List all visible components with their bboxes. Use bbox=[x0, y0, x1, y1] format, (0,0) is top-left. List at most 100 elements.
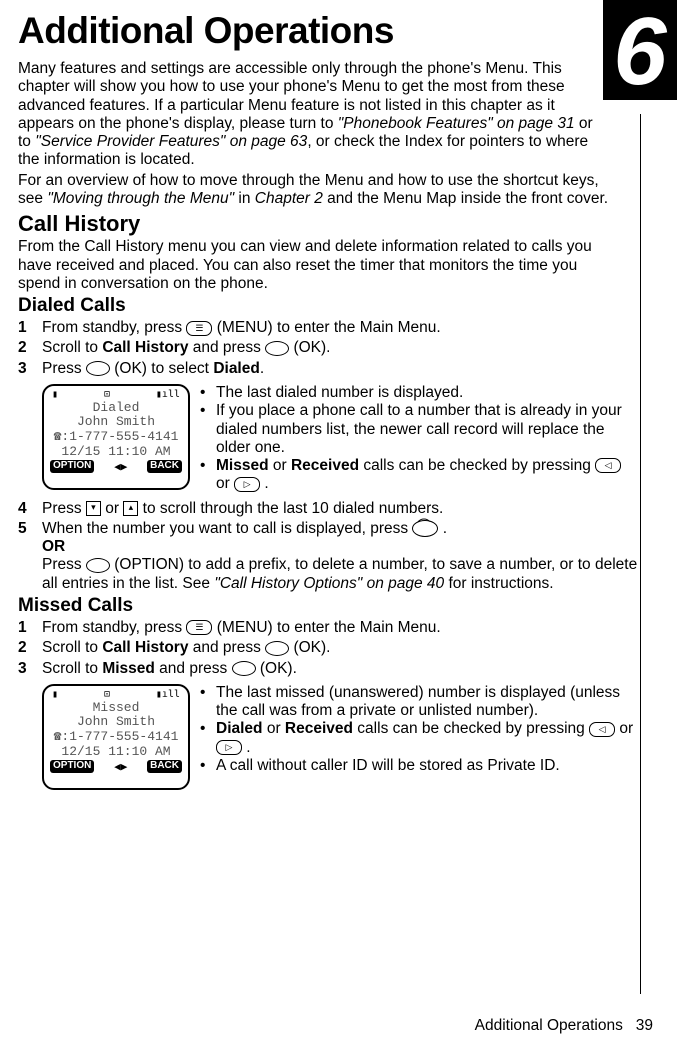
crossref: "Service Provider Features" on page 63 bbox=[35, 133, 307, 150]
nav-arrows-icon: ◀▶ bbox=[114, 460, 127, 473]
text: Scroll to bbox=[42, 639, 102, 656]
bold-text: Dialed bbox=[216, 720, 263, 737]
text: or bbox=[263, 720, 285, 737]
bullet-mark: • bbox=[200, 757, 216, 775]
ok-key-icon bbox=[232, 661, 256, 676]
bullet-mark: • bbox=[200, 684, 216, 721]
missed-bullets: • The last missed (unanswered) number is… bbox=[200, 684, 638, 775]
text: or bbox=[216, 475, 234, 492]
bullet-text: The last missed (unanswered) number is d… bbox=[216, 684, 638, 721]
bold-text: Call History bbox=[102, 339, 188, 356]
softkey-left: OPTION bbox=[50, 460, 94, 473]
text: (OK) to select bbox=[110, 360, 213, 377]
subsection-heading-dialed: Dialed Calls bbox=[18, 295, 638, 317]
softkey-bar: OPTION ◀▶ BACK bbox=[46, 460, 186, 473]
text: for instructions. bbox=[444, 575, 553, 592]
text: to scroll through the last 10 dialed num… bbox=[138, 500, 443, 517]
or-text: OR bbox=[42, 538, 65, 555]
text: and press bbox=[188, 339, 265, 356]
right-key-icon: ▷ bbox=[216, 740, 242, 755]
bullet: • Missed or Received calls can be checke… bbox=[200, 457, 638, 494]
bold-text: Dialed bbox=[213, 360, 260, 377]
missed-screen-block: ▮ ⊡ ▮ıll Missed John Smith ☎:1-777-555-4… bbox=[42, 684, 638, 790]
step-number: 5 bbox=[18, 520, 42, 593]
step: 5 When the number you want to call is di… bbox=[18, 520, 638, 593]
bullet-text: The last dialed number is displayed. bbox=[216, 384, 638, 402]
footer-label: Additional Operations bbox=[475, 1017, 623, 1034]
text: (OK). bbox=[289, 639, 330, 656]
bullet: • The last dialed number is displayed. bbox=[200, 384, 638, 402]
phone-display: ▮ ⊡ ▮ıll Dialed John Smith ☎:1-777-555-4… bbox=[42, 384, 190, 490]
crossref: "Phonebook Features" on page 31 bbox=[338, 115, 575, 132]
menu-key-icon: ☰ bbox=[186, 321, 212, 336]
text: calls can be checked by pressing bbox=[353, 720, 589, 737]
step-number: 3 bbox=[18, 360, 42, 378]
step: 3 Scroll to Missed and press (OK). bbox=[18, 660, 638, 678]
step-text: From standby, press ☰ (MENU) to enter th… bbox=[42, 319, 638, 337]
left-key-icon: ◁ bbox=[595, 458, 621, 473]
text: or bbox=[615, 720, 633, 737]
step-number: 1 bbox=[18, 619, 42, 637]
step-number: 2 bbox=[18, 339, 42, 357]
step: 2 Scroll to Call History and press (OK). bbox=[18, 639, 638, 657]
bullet: • A call without caller ID will be store… bbox=[200, 757, 638, 775]
text: . bbox=[260, 475, 269, 492]
softkey-left: OPTION bbox=[50, 760, 94, 773]
text: Scroll to bbox=[42, 660, 102, 677]
text: calls can be checked by pressing bbox=[359, 457, 595, 474]
dialed-screen-block: ▮ ⊡ ▮ıll Dialed John Smith ☎:1-777-555-4… bbox=[42, 384, 638, 494]
text: (MENU) to enter the Main Menu. bbox=[212, 619, 440, 636]
step: 1 From standby, press ☰ (MENU) to enter … bbox=[18, 619, 638, 637]
ok-key-icon bbox=[265, 341, 289, 356]
bullet-mark: • bbox=[200, 720, 216, 757]
down-key-icon: ▾ bbox=[86, 501, 101, 516]
intro-paragraph-2: For an overview of how to move through t… bbox=[18, 172, 618, 209]
step-text: Scroll to Call History and press (OK). bbox=[42, 639, 638, 657]
crossref: Chapter 2 bbox=[255, 190, 323, 207]
step: 1 From standby, press ☰ (MENU) to enter … bbox=[18, 319, 638, 337]
battery-icon: ▮ bbox=[52, 689, 58, 700]
battery-icon: ▮ bbox=[52, 389, 58, 400]
screen-title: Missed bbox=[46, 701, 186, 716]
text: When the number you want to call is disp… bbox=[42, 520, 412, 537]
step-number: 3 bbox=[18, 660, 42, 678]
ok-key-icon bbox=[86, 361, 110, 376]
bullet: • Dialed or Received calls can be checke… bbox=[200, 720, 638, 757]
text: . bbox=[438, 520, 447, 537]
ok-key-icon bbox=[265, 641, 289, 656]
step-text: When the number you want to call is disp… bbox=[42, 520, 638, 593]
screen-name: John Smith bbox=[46, 715, 186, 730]
dialed-steps: 1 From standby, press ☰ (MENU) to enter … bbox=[18, 319, 638, 378]
bold-text: Received bbox=[285, 720, 353, 737]
up-key-icon: ▴ bbox=[123, 501, 138, 516]
call-key-icon bbox=[412, 520, 438, 537]
section-description: From the Call History menu you can view … bbox=[18, 238, 618, 293]
bullet-text: If you place a phone call to a number th… bbox=[216, 402, 638, 457]
screen-datetime: 12/15 11:10 AM bbox=[46, 445, 186, 460]
bullet-mark: • bbox=[200, 457, 216, 494]
bullet-mark: • bbox=[200, 384, 216, 402]
page-content: Additional Operations Many features and … bbox=[0, 0, 676, 790]
section-heading-call-history: Call History bbox=[18, 211, 638, 237]
text: From standby, press bbox=[42, 319, 186, 336]
bullet: • The last missed (unanswered) number is… bbox=[200, 684, 638, 721]
screen-number: ☎:1-777-555-4141 bbox=[46, 430, 186, 445]
bullet-text: Missed or Received calls can be checked … bbox=[216, 457, 638, 494]
bold-text: Call History bbox=[102, 639, 188, 656]
option-key-icon bbox=[86, 558, 110, 573]
bullet-text: A call without caller ID will be stored … bbox=[216, 757, 638, 775]
text: Scroll to bbox=[42, 339, 102, 356]
step-text: Press (OK) to select Dialed. bbox=[42, 360, 638, 378]
step-text: Scroll to Call History and press (OK). bbox=[42, 339, 638, 357]
screen-datetime: 12/15 11:10 AM bbox=[46, 745, 186, 760]
crossref: "Moving through the Menu" bbox=[47, 190, 234, 207]
status-bar: ▮ ⊡ ▮ıll bbox=[46, 688, 186, 701]
right-key-icon: ▷ bbox=[234, 477, 260, 492]
text: From standby, press bbox=[42, 619, 186, 636]
bullet-mark: • bbox=[200, 402, 216, 457]
step: 3 Press (OK) to select Dialed. bbox=[18, 360, 638, 378]
intro-paragraph-1: Many features and settings are accessibl… bbox=[18, 60, 598, 170]
text: and the Menu Map inside the front cover. bbox=[323, 190, 608, 207]
chapter-number-badge: 6 bbox=[603, 0, 677, 100]
step-text: Scroll to Missed and press (OK). bbox=[42, 660, 638, 678]
